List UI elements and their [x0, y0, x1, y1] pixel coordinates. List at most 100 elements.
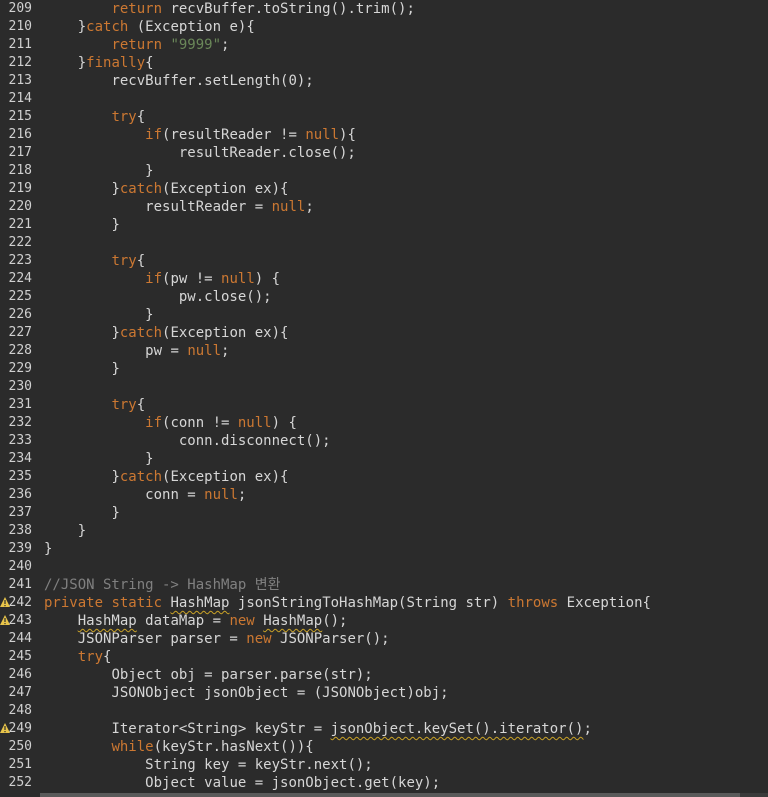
code-line[interactable]: if(resultReader != null){ [44, 126, 768, 144]
code-line[interactable]: } [44, 360, 768, 378]
code-line[interactable]: } [44, 540, 768, 558]
code-line[interactable]: conn.disconnect(); [44, 432, 768, 450]
gutter-row: 230 [0, 378, 40, 396]
code-line[interactable]: resultReader.close(); [44, 144, 768, 162]
gutter-row: 238 [0, 522, 40, 540]
code-line[interactable]: }catch (Exception e){ [44, 18, 768, 36]
line-number: 250 [8, 739, 32, 754]
line-number: 221 [8, 217, 32, 232]
code-line[interactable]: String key = keyStr.next(); [44, 756, 768, 774]
code-keyword: new [246, 631, 272, 647]
gutter-row: 229 [0, 360, 40, 378]
code-keyword: if [145, 127, 163, 143]
gutter-row: 249 [0, 720, 40, 738]
code-keyword: null [204, 487, 238, 503]
code-text: } [111, 325, 120, 341]
code-line[interactable]: }catch(Exception ex){ [44, 468, 768, 486]
code-line[interactable]: pw.close(); [44, 288, 768, 306]
code-line[interactable]: try{ [44, 648, 768, 666]
code-line[interactable]: while(keyStr.hasNext()){ [44, 738, 768, 756]
code-text: ; [583, 721, 592, 737]
gutter-row: 219 [0, 180, 40, 198]
gutter-row: 244 [0, 630, 40, 648]
code-line[interactable]: } [44, 450, 768, 468]
code-line[interactable] [44, 702, 768, 720]
code-line[interactable] [44, 234, 768, 252]
gutter-row: 234 [0, 450, 40, 468]
code-line[interactable]: }catch(Exception ex){ [44, 180, 768, 198]
code-line[interactable]: JSONObject jsonObject = (JSONObject)obj; [44, 684, 768, 702]
line-number: 245 [8, 649, 32, 664]
horizontal-scrollbar-thumb[interactable] [40, 793, 740, 797]
code-line[interactable] [44, 90, 768, 108]
code-line[interactable]: } [44, 522, 768, 540]
code-line[interactable]: //JSON String -> HashMap 변환 [44, 576, 768, 594]
code-line[interactable]: recvBuffer.setLength(0); [44, 72, 768, 90]
code-line[interactable]: }finally{ [44, 54, 768, 72]
code-warning-text: jsonObject.keySet().iterator() [330, 721, 584, 737]
gutter-row: 215 [0, 108, 40, 126]
code-line[interactable]: HashMap dataMap = new HashMap(); [44, 612, 768, 630]
code-line[interactable]: pw = null; [44, 342, 768, 360]
code-line[interactable]: JSONParser parser = new JSONParser(); [44, 630, 768, 648]
code-line[interactable]: return "9999"; [44, 36, 768, 54]
code-text: { [103, 649, 112, 665]
code-line[interactable]: } [44, 162, 768, 180]
gutter-row: 236 [0, 486, 40, 504]
line-number: 227 [8, 325, 32, 340]
gutter-row: 242 [0, 594, 40, 612]
code-line[interactable]: try{ [44, 108, 768, 126]
gutter-row: 228 [0, 342, 40, 360]
code-text: } [111, 181, 120, 197]
code-line[interactable]: Object obj = parser.parse(str); [44, 666, 768, 684]
code-line[interactable]: try{ [44, 252, 768, 270]
code-text: (Exception e){ [128, 19, 255, 35]
code-text: ) { [254, 271, 281, 287]
horizontal-scrollbar[interactable] [40, 793, 768, 797]
code-line[interactable]: }catch(Exception ex){ [44, 324, 768, 342]
code-text: recvBuffer.toString().trim(); [162, 1, 415, 17]
code-text: (Exception ex){ [162, 181, 289, 197]
code-keyword: null [221, 271, 255, 287]
code-line[interactable]: return recvBuffer.toString().trim(); [44, 0, 768, 18]
line-number: 212 [8, 55, 32, 70]
code-text: } [111, 469, 120, 485]
code-line[interactable]: if(pw != null) { [44, 270, 768, 288]
line-number: 216 [8, 127, 32, 142]
code-editor[interactable]: 209 210 211 212 213 214 215 216 217 218 219 220 221 2… [0, 0, 768, 797]
code-line[interactable]: try{ [44, 396, 768, 414]
code-line[interactable]: } [44, 306, 768, 324]
code-line[interactable] [44, 378, 768, 396]
code-line[interactable]: Iterator<String> keyStr = jsonObject.key… [44, 720, 768, 738]
code-area[interactable]: return recvBuffer.toString().trim(); }ca… [44, 0, 768, 797]
code-line[interactable]: conn = null; [44, 486, 768, 504]
code-text: (Exception ex){ [162, 469, 289, 485]
code-line[interactable]: } [44, 504, 768, 522]
line-number: 226 [8, 307, 32, 322]
code-keyword: try [111, 397, 137, 413]
code-line[interactable]: } [44, 216, 768, 234]
code-line[interactable]: if(conn != null) { [44, 414, 768, 432]
code-keyword: new [229, 613, 255, 629]
code-text: } [145, 163, 154, 179]
code-line[interactable] [44, 558, 768, 576]
code-line[interactable]: resultReader = null; [44, 198, 768, 216]
code-text: } [111, 217, 120, 233]
code-line[interactable]: Object value = jsonObject.get(key); [44, 774, 768, 792]
code-warning-text: HashMap [77, 613, 137, 629]
code-line[interactable]: private static HashMap jsonStringToHashM… [44, 594, 768, 612]
line-number: 215 [8, 109, 32, 124]
line-number: 230 [8, 379, 32, 394]
gutter-row: 209 [0, 0, 40, 18]
gutter-row: 217 [0, 144, 40, 162]
